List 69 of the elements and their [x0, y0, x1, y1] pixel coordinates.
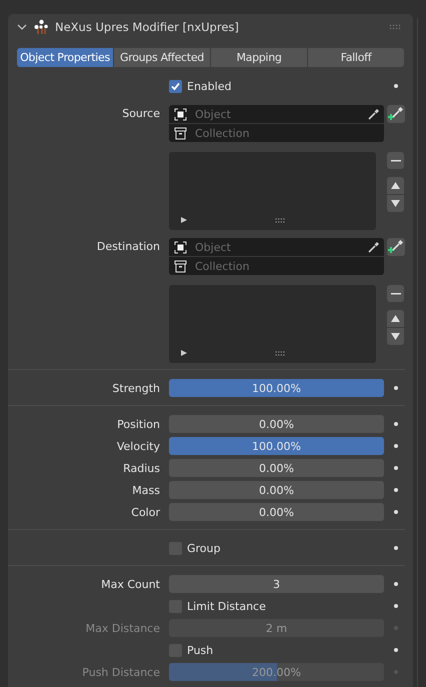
collection-field[interactable]: Collection — [169, 257, 384, 275]
checkbox-label: Limit Distance — [187, 600, 266, 612]
object-icon — [174, 240, 187, 254]
keyframe-dot-icon[interactable] — [394, 604, 398, 608]
object-field[interactable]: Object — [169, 238, 384, 257]
field-label: Strength — [111, 382, 160, 394]
add-eyedropper-button[interactable] — [387, 238, 405, 256]
number-field[interactable]: 3 — [169, 575, 384, 593]
minus-icon — [390, 160, 400, 162]
keyframe-dot-icon[interactable] — [394, 546, 398, 550]
field-label: Destination — [96, 239, 160, 253]
chevron-icon[interactable] — [17, 24, 27, 30]
resize-grip-icon[interactable] — [275, 218, 286, 223]
expand-triangle-icon[interactable] — [181, 350, 187, 356]
remove-button[interactable] — [387, 152, 404, 169]
keyframe-dot-icon[interactable] — [394, 466, 398, 470]
checkbox-label: Push — [187, 644, 214, 656]
add-eyedropper-button[interactable] — [387, 105, 405, 123]
eyedropper-icon[interactable] — [367, 108, 380, 120]
tab[interactable]: Object Properties — [17, 48, 113, 67]
field-label: Velocity — [116, 440, 160, 452]
field-label: Max Count — [100, 578, 160, 590]
remove-button[interactable] — [387, 285, 404, 302]
keyframe-dot-icon[interactable] — [394, 648, 398, 652]
object-field[interactable]: Object — [169, 105, 384, 124]
slider[interactable]: 100.00% — [169, 437, 384, 455]
move-up-button[interactable] — [387, 310, 404, 327]
keyframe-dot-icon[interactable] — [394, 488, 398, 492]
field-label: Source — [121, 106, 160, 120]
up-triangle-icon — [391, 315, 400, 322]
field-label: Position — [116, 418, 160, 430]
expand-triangle-icon[interactable] — [181, 217, 187, 223]
checkbox[interactable] — [169, 80, 182, 92]
move-down-button[interactable] — [387, 328, 404, 345]
keyframe-dot-icon[interactable] — [394, 582, 398, 586]
tab[interactable]: Mapping — [211, 48, 307, 67]
keyframe-dot-icon[interactable] — [394, 510, 398, 514]
collection-icon — [174, 260, 187, 272]
eyedropper-plus-icon — [388, 239, 404, 255]
panel-title: NeXus Upres Modifier [nxUpres] — [55, 20, 240, 34]
drag-handle-icon[interactable] — [389, 24, 401, 30]
field-label: Push Distance — [81, 666, 160, 678]
tab[interactable]: Groups Affected — [114, 48, 210, 67]
eyedropper-plus-icon — [388, 106, 404, 122]
field-label: Max Distance — [84, 622, 160, 634]
checkbox-label: Enabled — [187, 80, 232, 92]
tab[interactable]: Falloff — [308, 48, 404, 67]
slider[interactable]: 100.00% — [169, 379, 384, 397]
eyedropper-icon[interactable] — [367, 240, 380, 254]
collection-field[interactable]: Collection — [169, 124, 384, 142]
minus-icon — [390, 292, 400, 294]
keyframe-dot-icon[interactable] — [394, 444, 398, 448]
field-label: Mass — [131, 484, 160, 496]
down-triangle-icon — [391, 333, 400, 340]
field-label: Color — [130, 506, 160, 518]
keyframe-dot-icon[interactable] — [394, 84, 398, 88]
checkmark-icon — [170, 80, 181, 92]
object-icon — [174, 108, 187, 120]
move-down-button[interactable] — [387, 195, 404, 212]
resize-grip-icon[interactable] — [275, 351, 286, 356]
particles-icon — [34, 19, 48, 35]
field-label: Radius — [122, 462, 160, 474]
move-up-button[interactable] — [387, 177, 404, 194]
keyframe-dot-icon[interactable] — [394, 386, 398, 390]
keyframe-dot-icon[interactable] — [394, 422, 398, 426]
down-triangle-icon — [391, 200, 400, 207]
checkbox-label: Group — [187, 542, 220, 554]
collection-icon — [174, 126, 187, 140]
up-triangle-icon — [391, 182, 400, 189]
